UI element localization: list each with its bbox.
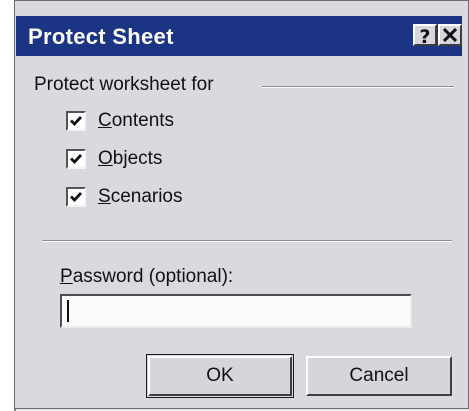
checkmark-icon (70, 192, 83, 203)
contents-label: Contents (98, 110, 175, 131)
checkmark-icon (70, 154, 83, 165)
objects-checkbox[interactable] (66, 149, 86, 169)
password-input[interactable] (60, 294, 412, 328)
close-icon (443, 28, 457, 42)
protect-group-label: Protect worksheet for (34, 74, 214, 95)
scenarios-checkbox[interactable] (66, 187, 86, 207)
objects-label: Objects (98, 148, 163, 169)
dialog-title: Protect Sheet (28, 24, 174, 49)
help-button[interactable]: ? (413, 24, 437, 48)
ok-button[interactable]: OK (148, 356, 292, 396)
scenarios-label: Scenarios (98, 186, 183, 207)
checkmark-icon (70, 116, 83, 127)
contents-checkbox[interactable] (66, 111, 86, 131)
title-bar[interactable]: Protect Sheet ? (16, 16, 462, 56)
text-caret (67, 300, 69, 322)
section-separator (42, 240, 452, 242)
close-button[interactable] (438, 24, 462, 46)
group-divider (262, 86, 454, 88)
cancel-button[interactable]: Cancel (306, 356, 452, 396)
password-label: Password (optional): (60, 266, 234, 287)
